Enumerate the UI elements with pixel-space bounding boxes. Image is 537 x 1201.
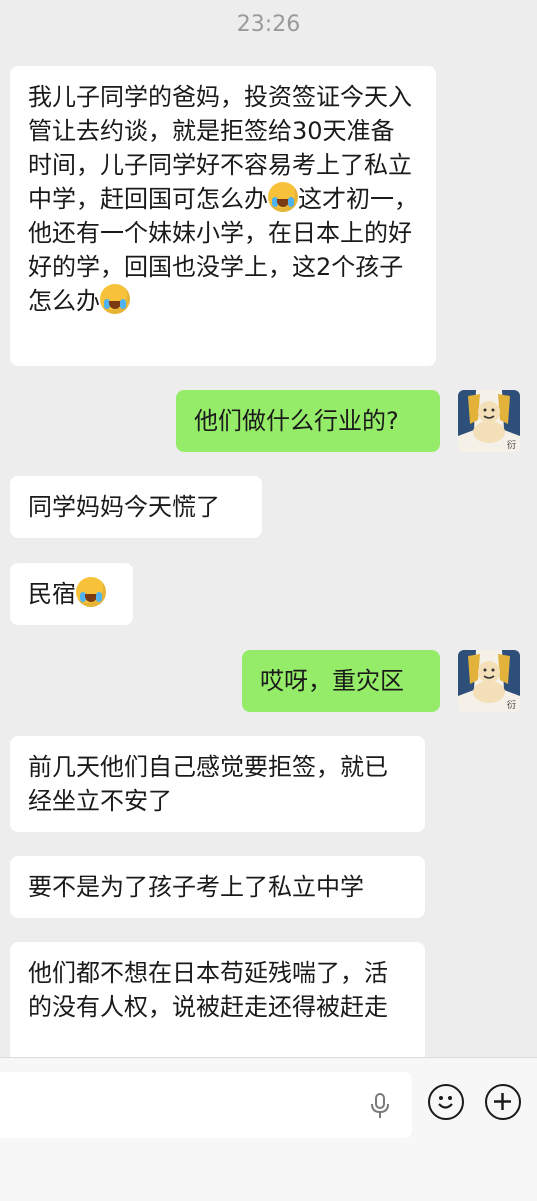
message-text: 他们做什么行业的? xyxy=(194,407,399,435)
message-text: 哎呀，重灾区 xyxy=(260,667,404,695)
received-message-5[interactable]: 要不是为了孩子考上了私立中学 xyxy=(10,856,425,918)
message-input[interactable] xyxy=(0,1072,412,1138)
received-message-6[interactable]: 他们都不想在日本苟延残喘了，活的没有人权，说被赶走还得被赶走 xyxy=(10,942,425,1072)
received-message-1[interactable]: 我儿子同学的爸妈，投资签证今天入管让去约谈，就是拒签给30天准备时间，儿子同学好… xyxy=(10,66,436,366)
message-text: 他们都不想在日本苟延残喘了，活的没有人权，说被赶走还得被赶走 xyxy=(28,959,388,1021)
smiley-icon xyxy=(437,1095,453,1109)
received-message-2[interactable]: 同学妈妈今天慌了 xyxy=(10,476,262,538)
facepalm-emoji-icon xyxy=(268,182,298,212)
buddha-avatar-icon: 衍 xyxy=(458,390,520,452)
avatar-caption: 衍 xyxy=(507,439,516,451)
received-message-4[interactable]: 前几天他们自己感觉要拒签，就已经坐立不安了 xyxy=(10,736,425,832)
message-text: 要不是为了孩子考上了私立中学 xyxy=(28,873,364,901)
message-timestamp: 23:26 xyxy=(236,12,301,37)
buddha-avatar-icon: 衍 xyxy=(458,650,520,712)
chat-input-bar xyxy=(0,1057,537,1201)
plus-icon xyxy=(493,1092,511,1110)
message-text: 前几天他们自己感觉要拒签，就已经坐立不安了 xyxy=(28,753,388,815)
microphone-icon[interactable] xyxy=(368,1092,392,1120)
received-message-3[interactable]: 民宿 xyxy=(10,563,133,625)
message-text: 民宿 xyxy=(28,580,76,608)
user-avatar[interactable]: 衍 xyxy=(458,390,520,452)
avatar-caption: 衍 xyxy=(507,699,516,711)
user-avatar[interactable]: 衍 xyxy=(458,650,520,712)
crying-emoji-icon xyxy=(76,577,106,607)
facepalm-emoji-icon xyxy=(100,284,130,314)
emoji-button[interactable] xyxy=(428,1084,464,1120)
sent-message-2[interactable]: 哎呀，重灾区 xyxy=(242,650,440,712)
more-button[interactable] xyxy=(485,1084,521,1120)
sent-message-1[interactable]: 他们做什么行业的? xyxy=(176,390,440,452)
message-text: 同学妈妈今天慌了 xyxy=(28,493,220,521)
